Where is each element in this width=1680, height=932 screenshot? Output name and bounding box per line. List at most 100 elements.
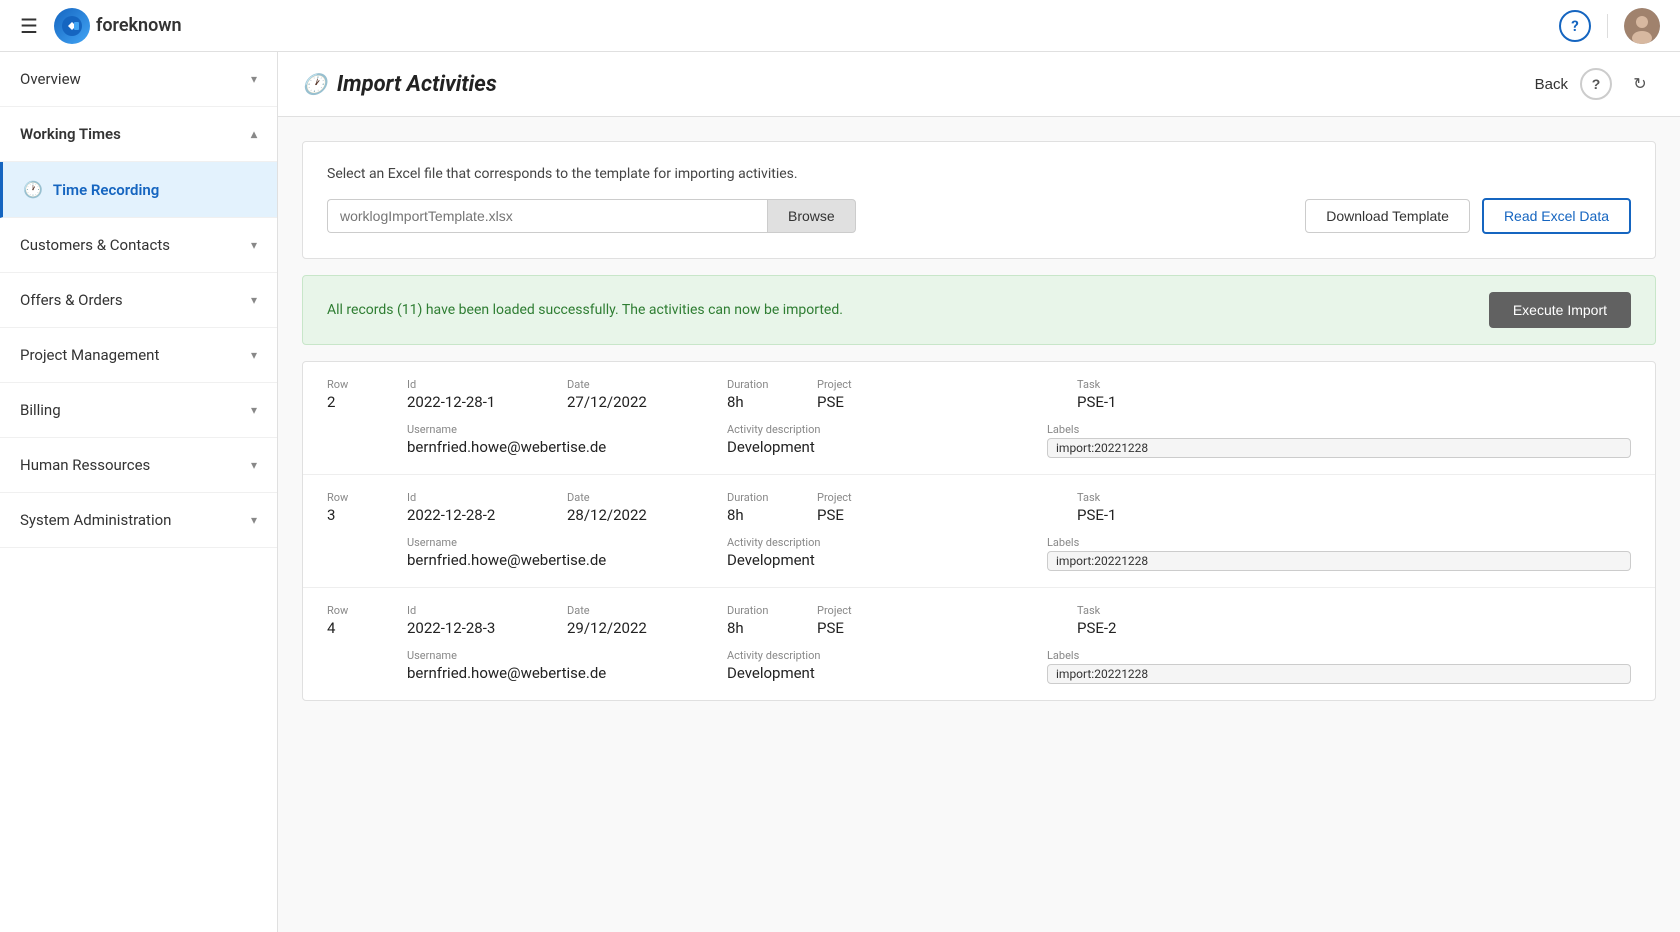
table-row: Row 2 Id 2022-12-28-1 Date 27/12/2022 Du… bbox=[303, 362, 1655, 475]
date-value: 28/12/2022 bbox=[567, 506, 727, 524]
table-row: Row 3 Id 2022-12-28-2 Date 28/12/2022 Du… bbox=[303, 475, 1655, 588]
id-label: Id bbox=[407, 378, 567, 391]
date-label: Date bbox=[567, 604, 727, 617]
project-label: Project bbox=[817, 378, 1077, 391]
field-labels-1: Labels import:20221228 bbox=[1047, 536, 1631, 571]
browse-button[interactable]: Browse bbox=[767, 199, 856, 233]
field-username-1: Username bernfried.howe@webertise.de bbox=[407, 536, 727, 569]
username-value: bernfried.howe@webertise.de bbox=[407, 551, 727, 569]
record-bottom-0: Username bernfried.howe@webertise.de Act… bbox=[327, 423, 1631, 458]
row-label: Row bbox=[327, 491, 407, 504]
field-username-2: Username bernfried.howe@webertise.de bbox=[407, 649, 727, 682]
labels-label: Labels bbox=[1047, 649, 1631, 662]
username-label: Username bbox=[407, 536, 727, 549]
field-row-0: Row 2 bbox=[327, 378, 407, 411]
sidebar-label-system-administration: System Administration bbox=[20, 511, 171, 529]
user-avatar[interactable] bbox=[1624, 8, 1660, 44]
activity-label: Activity description bbox=[727, 536, 1047, 549]
download-template-button[interactable]: Download Template bbox=[1305, 199, 1470, 233]
record-bottom-2: Username bernfried.howe@webertise.de Act… bbox=[327, 649, 1631, 684]
record-top-1: Row 3 Id 2022-12-28-2 Date 28/12/2022 Du… bbox=[327, 491, 1631, 524]
sidebar-label-working-times: Working Times bbox=[20, 125, 121, 143]
duration-value: 8h bbox=[727, 393, 817, 411]
sidebar-label-billing: Billing bbox=[20, 401, 61, 419]
records-container: Row 2 Id 2022-12-28-1 Date 27/12/2022 Du… bbox=[302, 361, 1656, 701]
sidebar-item-working-times[interactable]: Working Times ▴ bbox=[0, 107, 277, 162]
field-project-1: Project PSE bbox=[817, 491, 1077, 524]
help-icon[interactable]: ? bbox=[1559, 10, 1591, 42]
main-layout: Overview ▾ Working Times ▴ 🕐 Time Record… bbox=[0, 52, 1680, 932]
clock-icon: 🕐 bbox=[23, 180, 43, 199]
page-help-icon[interactable]: ? bbox=[1580, 68, 1612, 100]
file-action-buttons: Download Template Read Excel Data bbox=[1305, 198, 1631, 234]
label-badge: import:20221228 bbox=[1047, 551, 1631, 571]
sidebar-label-human-ressources: Human Ressources bbox=[20, 456, 150, 474]
sidebar-label-offers-orders: Offers & Orders bbox=[20, 291, 123, 309]
row-value: 4 bbox=[327, 619, 407, 637]
sidebar-item-overview[interactable]: Overview ▾ bbox=[0, 52, 277, 107]
username-label: Username bbox=[407, 649, 727, 662]
sidebar-item-human-ressources[interactable]: Human Ressources ▾ bbox=[0, 438, 277, 493]
activity-label: Activity description bbox=[727, 649, 1047, 662]
task-value: PSE-2 bbox=[1077, 619, 1631, 637]
date-value: 27/12/2022 bbox=[567, 393, 727, 411]
row-label: Row bbox=[327, 378, 407, 391]
sidebar-item-customers-contacts[interactable]: Customers & Contacts ▾ bbox=[0, 218, 277, 273]
chevron-down-icon: ▾ bbox=[251, 348, 257, 362]
field-activity-2: Activity description Development bbox=[727, 649, 1047, 682]
header-right: ? bbox=[1559, 8, 1660, 44]
username-value: bernfried.howe@webertise.de bbox=[407, 664, 727, 682]
id-value: 2022-12-28-2 bbox=[407, 506, 567, 524]
chevron-down-icon: ▾ bbox=[251, 293, 257, 307]
duration-value: 8h bbox=[727, 506, 817, 524]
file-row: Browse Download Template Read Excel Data bbox=[327, 198, 1631, 234]
row-value: 3 bbox=[327, 506, 407, 524]
chevron-down-icon: ▾ bbox=[251, 72, 257, 86]
duration-label: Duration bbox=[727, 491, 817, 504]
read-excel-button[interactable]: Read Excel Data bbox=[1482, 198, 1631, 234]
field-duration-2: Duration 8h bbox=[727, 604, 817, 637]
activity-value: Development bbox=[727, 664, 1047, 682]
username-label: Username bbox=[407, 423, 727, 436]
refresh-icon[interactable]: ↻ bbox=[1624, 68, 1656, 100]
inner-content: Select an Excel file that corresponds to… bbox=[278, 117, 1680, 725]
record-top-2: Row 4 Id 2022-12-28-3 Date 29/12/2022 Du… bbox=[327, 604, 1631, 637]
file-input-group: Browse bbox=[327, 199, 856, 233]
sidebar-label-project-management: Project Management bbox=[20, 346, 159, 364]
file-input[interactable] bbox=[327, 199, 767, 233]
success-message: All records (11) have been loaded succes… bbox=[327, 302, 843, 318]
project-label: Project bbox=[817, 604, 1077, 617]
labels-label: Labels bbox=[1047, 536, 1631, 549]
row-value: 2 bbox=[327, 393, 407, 411]
top-header: ☰ foreknown ? bbox=[0, 0, 1680, 52]
date-value: 29/12/2022 bbox=[567, 619, 727, 637]
sidebar-item-billing[interactable]: Billing ▾ bbox=[0, 383, 277, 438]
project-label: Project bbox=[817, 491, 1077, 504]
labels-label: Labels bbox=[1047, 423, 1631, 436]
sidebar-item-time-recording[interactable]: 🕐 Time Recording bbox=[0, 162, 277, 218]
field-date-2: Date 29/12/2022 bbox=[567, 604, 727, 637]
task-value: PSE-1 bbox=[1077, 393, 1631, 411]
chevron-down-icon: ▾ bbox=[251, 513, 257, 527]
import-icon: 🕐 bbox=[302, 72, 327, 96]
field-row-1: Row 3 bbox=[327, 491, 407, 524]
hamburger-menu[interactable]: ☰ bbox=[20, 14, 38, 38]
success-banner: All records (11) have been loaded succes… bbox=[302, 275, 1656, 345]
back-button[interactable]: Back bbox=[1535, 76, 1568, 93]
sidebar-item-project-management[interactable]: Project Management ▾ bbox=[0, 328, 277, 383]
field-task-2: Task PSE-2 bbox=[1077, 604, 1631, 637]
page-header-actions: Back ? ↻ bbox=[1535, 68, 1656, 100]
logo-icon bbox=[54, 8, 90, 44]
execute-import-button[interactable]: Execute Import bbox=[1489, 292, 1631, 328]
page-header: 🕐 Import Activities Back ? ↻ bbox=[278, 52, 1680, 117]
date-label: Date bbox=[567, 378, 727, 391]
task-label: Task bbox=[1077, 604, 1631, 617]
field-labels-2: Labels import:20221228 bbox=[1047, 649, 1631, 684]
sidebar-item-system-administration[interactable]: System Administration ▾ bbox=[0, 493, 277, 548]
field-project-0: Project PSE bbox=[817, 378, 1077, 411]
sidebar-item-offers-orders[interactable]: Offers & Orders ▾ bbox=[0, 273, 277, 328]
task-value: PSE-1 bbox=[1077, 506, 1631, 524]
field-duration-0: Duration 8h bbox=[727, 378, 817, 411]
record-bottom-1: Username bernfried.howe@webertise.de Act… bbox=[327, 536, 1631, 571]
file-section: Select an Excel file that corresponds to… bbox=[302, 141, 1656, 259]
